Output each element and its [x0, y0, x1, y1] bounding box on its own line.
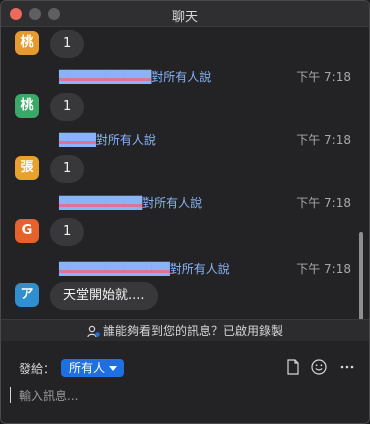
visibility-notice[interactable]: 誰能夠看到您的訊息？已啟用錄製: [1, 319, 369, 341]
avatar[interactable]: ア: [15, 283, 39, 307]
recipient-value: 所有人: [69, 361, 106, 375]
message-time: 下午 7:18: [296, 70, 351, 84]
title-bar: 聊天: [1, 1, 369, 27]
recipient-label: 對所有人說: [151, 70, 212, 84]
sender-name[interactable]: █████████: [59, 196, 142, 210]
message-bubble: 1: [50, 155, 85, 183]
text-cursor: [10, 387, 11, 403]
avatar[interactable]: 桃: [15, 94, 39, 118]
message-time: 下午 7:18: [296, 262, 351, 276]
message-time: 下午 7:18: [296, 133, 351, 147]
file-icon[interactable]: [284, 358, 302, 376]
sender-name[interactable]: ██████████: [59, 70, 151, 84]
sender-name[interactable]: ████: [59, 133, 96, 147]
message-bubble: 1: [50, 30, 85, 58]
message-header: ██████████對所有人說: [59, 68, 211, 86]
message-input[interactable]: [19, 386, 349, 406]
emoji-icon[interactable]: [310, 358, 328, 376]
sender-name[interactable]: ████████████: [59, 262, 170, 276]
scrollbar[interactable]: [359, 232, 363, 319]
recipient-label: 對所有人說: [142, 196, 203, 210]
window-title: 聊天: [171, 10, 198, 25]
message-bubble: 1: [50, 93, 85, 121]
recipient-label: 對所有人說: [95, 133, 156, 147]
notice-text: 誰能夠看到您的訊息？已啟用錄製: [102, 324, 283, 338]
message-bubble: 1: [50, 218, 85, 246]
message-header: ████對所有人說: [59, 131, 156, 149]
message-header: █████████對所有人說: [59, 194, 202, 212]
chat-window: 聊天 桃 1 ██████████對所有人說 下午 7:18 桃 1 ████對…: [0, 0, 370, 424]
more-icon[interactable]: [338, 358, 356, 376]
avatar[interactable]: 桃: [15, 31, 39, 55]
message-time: 下午 7:18: [296, 196, 351, 210]
person-info-icon: [87, 325, 100, 338]
composer: 發給： 所有人: [1, 342, 369, 423]
message-bubble: 天堂開始就....: [50, 282, 158, 310]
chevron-down-icon: [109, 366, 118, 371]
message-list[interactable]: 桃 1 ██████████對所有人說 下午 7:18 桃 1 ████對所有人…: [1, 27, 369, 319]
send-to-label: 發給：: [19, 362, 56, 376]
recipient-label: 對所有人說: [169, 262, 230, 276]
message-header: ████████████對所有人說: [59, 260, 230, 278]
avatar[interactable]: 張: [15, 156, 39, 180]
avatar[interactable]: G: [15, 219, 39, 243]
recipient-dropdown[interactable]: 所有人: [61, 359, 125, 377]
